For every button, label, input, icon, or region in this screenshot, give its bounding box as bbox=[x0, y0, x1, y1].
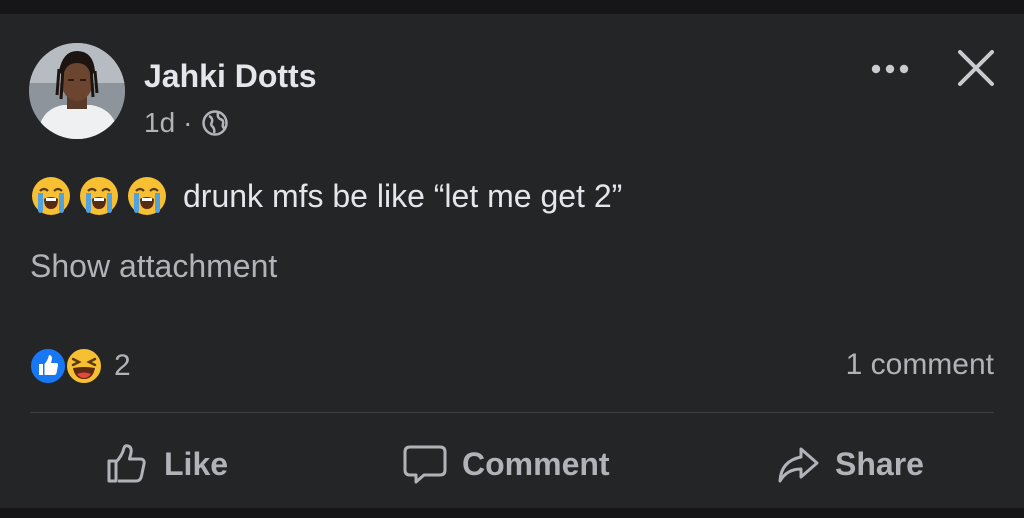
haha-reaction-icon bbox=[64, 346, 104, 386]
like-label: Like bbox=[164, 445, 229, 482]
like-reaction-icon bbox=[28, 346, 68, 386]
close-icon bbox=[958, 50, 994, 86]
globe-icon[interactable] bbox=[200, 108, 230, 138]
bottom-strip bbox=[0, 508, 1024, 518]
loudly-crying-face-icon bbox=[30, 175, 72, 217]
author-name[interactable]: Jahki Dotts bbox=[144, 58, 316, 95]
reactions-summary[interactable]: 2 bbox=[28, 344, 131, 388]
avatar-photo bbox=[29, 43, 125, 139]
comment-button[interactable]: Comment bbox=[402, 434, 610, 494]
thumbs-up-icon bbox=[104, 441, 150, 487]
post-text: drunk mfs be like “let me get 2” bbox=[30, 172, 622, 220]
share-arrow-icon bbox=[775, 441, 821, 487]
post-time[interactable]: 1d bbox=[144, 107, 175, 139]
comment-count-link[interactable]: 1 comment bbox=[846, 348, 994, 382]
reaction-count: 2 bbox=[114, 349, 131, 382]
loudly-crying-face-icon bbox=[126, 175, 168, 217]
divider bbox=[30, 412, 994, 413]
share-button[interactable]: Share bbox=[775, 434, 924, 494]
loudly-crying-face-icon bbox=[78, 175, 120, 217]
comment-label: Comment bbox=[462, 445, 610, 482]
post-meta: 1d · bbox=[144, 106, 230, 140]
top-strip bbox=[0, 0, 1024, 14]
show-attachment-link[interactable]: Show attachment bbox=[30, 248, 277, 285]
share-label: Share bbox=[835, 445, 924, 482]
more-options-button[interactable] bbox=[866, 52, 914, 86]
speech-bubble-icon bbox=[402, 441, 448, 487]
meta-separator: · bbox=[183, 107, 193, 138]
post-body: drunk mfs be like “let me get 2” bbox=[183, 177, 623, 214]
more-options-icon bbox=[871, 64, 909, 74]
post-card: Jahki Dotts 1d · drunk mfs be like “let … bbox=[0, 14, 1024, 508]
close-button[interactable] bbox=[952, 44, 1000, 92]
like-button[interactable]: Like bbox=[104, 434, 228, 494]
avatar[interactable] bbox=[29, 43, 125, 139]
